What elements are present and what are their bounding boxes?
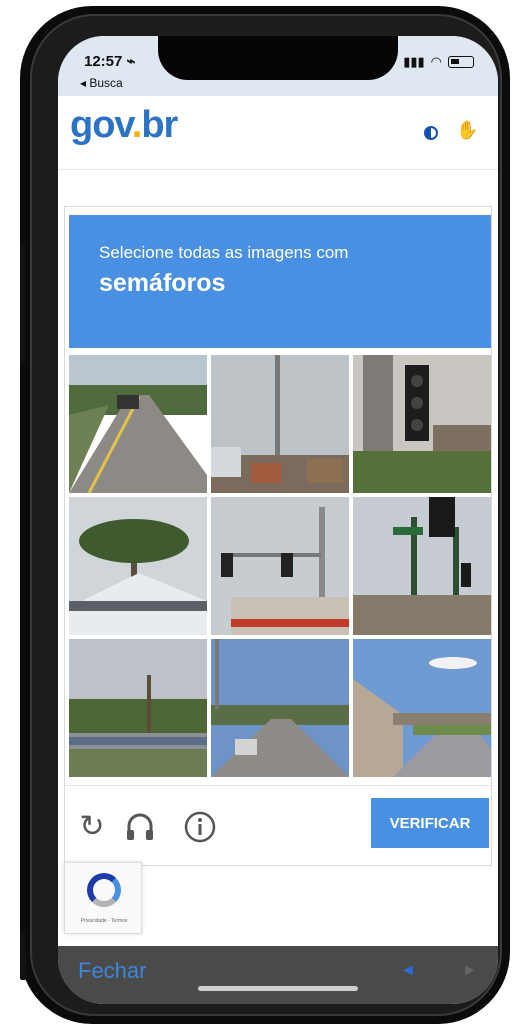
info-icon[interactable] [183, 810, 217, 844]
status-icons: ▮▮▮ ◠ [403, 54, 474, 70]
captcha-target: semáforos [99, 269, 226, 297]
tile-traffic-lights-over-street[interactable] [211, 497, 349, 635]
gov-header: gov.br ✋ [58, 96, 498, 170]
captcha-dialog: Selecione todas as imagens com semáforos [64, 206, 493, 867]
tile-traffic-light-pole[interactable] [353, 497, 491, 635]
signal-icon: ▮▮▮ [403, 54, 425, 69]
status-time: 12:57 ⌁ [84, 53, 136, 70]
logo-text-br: br [141, 104, 178, 146]
verify-button[interactable]: VERIFICAR [371, 798, 489, 848]
image-grid [69, 355, 491, 777]
battery-icon [448, 56, 474, 68]
captcha-instruction: Selecione todas as imagens com [99, 243, 349, 262]
back-to-search-link[interactable]: ◂ Busca [80, 76, 123, 90]
tile-palm-tree-house[interactable] [69, 497, 207, 635]
recaptcha-icon [87, 873, 121, 907]
forward-arrow-icon[interactable]: ► [462, 962, 478, 980]
notch [158, 36, 398, 80]
tile-traffic-light-closeup[interactable] [353, 355, 491, 493]
home-indicator[interactable] [198, 986, 358, 991]
screen: 12:57 ⌁ ◂ Busca ▮▮▮ ◠ gov.br ✋ Selecione… [58, 36, 498, 1004]
reload-icon[interactable]: ↻ [75, 810, 109, 844]
close-button[interactable]: Fechar [78, 958, 146, 984]
headphones-icon[interactable] [123, 810, 157, 844]
contrast-icon[interactable] [424, 126, 438, 140]
captcha-footer: ↻ VERIFICAR [65, 785, 493, 867]
tile-highway-overpass[interactable] [353, 639, 491, 777]
libras-icon[interactable]: ✋ [456, 120, 478, 141]
tile-highway-cars[interactable] [69, 639, 207, 777]
privacy-terms-text[interactable]: Privacidade - Termos [67, 918, 141, 924]
status-bar: 12:57 ⌁ ◂ Busca ▮▮▮ ◠ [58, 36, 498, 96]
volume-button [20, 242, 26, 362]
wifi-icon: ◠ [430, 54, 442, 69]
govbr-logo[interactable]: gov.br [70, 104, 178, 147]
captcha-header: Selecione todas as imagens com semáforos [69, 215, 491, 348]
browser-bottom-bar: Fechar ◄ ► [58, 946, 498, 1004]
tile-city-road[interactable] [211, 639, 349, 777]
logo-dot: . [131, 104, 143, 146]
power-button [20, 930, 26, 980]
tile-street-pole-buildings[interactable] [211, 355, 349, 493]
logo-text-gov: gov [70, 104, 133, 146]
recaptcha-badge[interactable]: Privacidade - Termos [64, 862, 142, 934]
tile-road-with-car[interactable] [69, 355, 207, 493]
back-arrow-icon[interactable]: ◄ [400, 962, 416, 980]
